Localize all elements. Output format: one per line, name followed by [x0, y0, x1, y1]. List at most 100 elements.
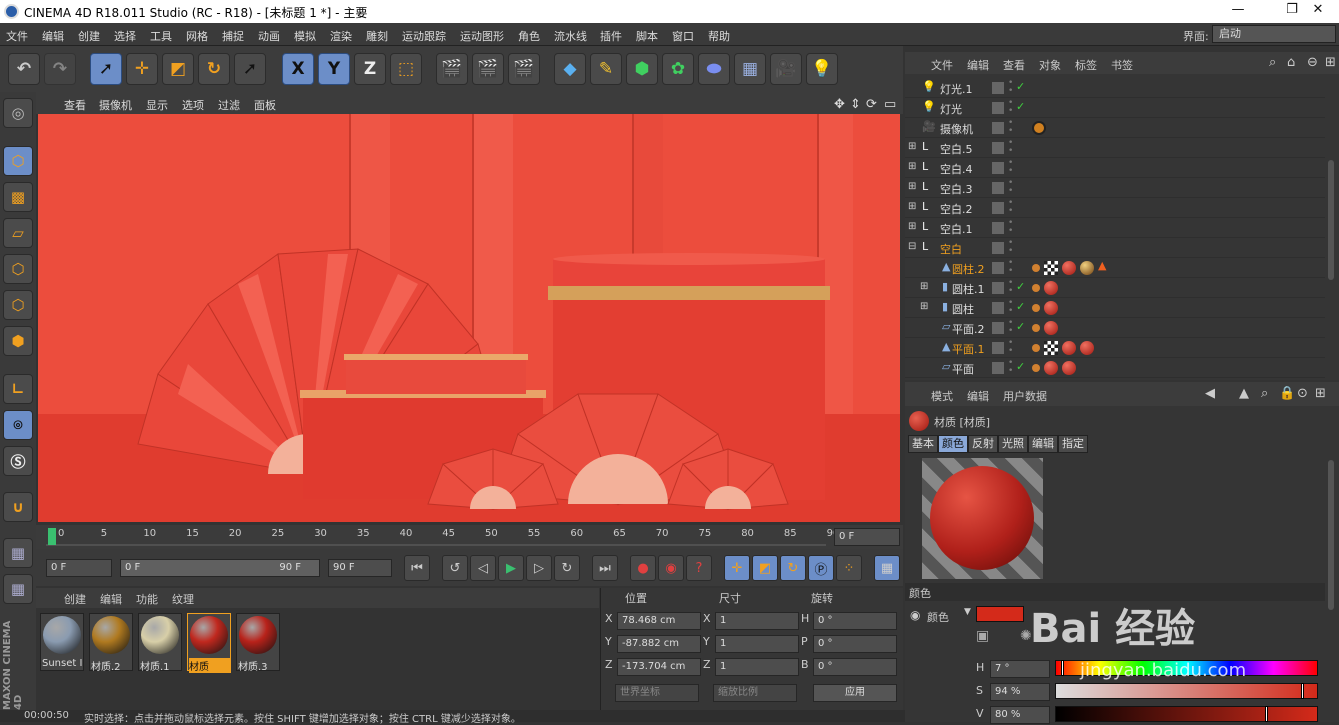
attribute-back-icon[interactable]: ◀: [1205, 386, 1215, 401]
texture-tag-icon[interactable]: [1044, 261, 1058, 275]
autokey-icon[interactable]: ◉: [658, 555, 684, 581]
material-tag-icon[interactable]: [1062, 261, 1076, 275]
menu-mesh[interactable]: 网格: [186, 28, 208, 44]
viewport-layout-icon[interactable]: ▭: [884, 97, 896, 112]
object-name[interactable]: 平面: [952, 361, 974, 377]
visibility-dots-icon[interactable]: • •: [1008, 139, 1013, 156]
object-menu-file[interactable]: 文件: [931, 57, 953, 73]
render-settings-icon[interactable]: 🎬: [508, 53, 540, 85]
hsv-value-field[interactable]: 94 %: [990, 683, 1050, 701]
object-name[interactable]: 圆柱: [952, 301, 974, 317]
expand-toggle-icon[interactable]: ⊞: [908, 161, 916, 172]
object-search-icon[interactable]: ⌕: [1269, 55, 1276, 70]
attribute-tab[interactable]: 编辑: [1028, 435, 1058, 453]
material-tag-icon[interactable]: [1044, 321, 1058, 335]
interface-select[interactable]: 启动: [1212, 25, 1336, 43]
visibility-dots-icon[interactable]: • •: [1008, 99, 1013, 116]
key-pla-icon[interactable]: ⁘: [836, 555, 862, 581]
material-menu-edit[interactable]: 编辑: [100, 591, 122, 607]
expand-toggle-icon[interactable]: ⊞: [908, 141, 916, 152]
enabled-check-icon[interactable]: ✓: [1016, 360, 1025, 373]
material-tag-icon[interactable]: [1044, 281, 1058, 295]
object-name[interactable]: 空白.2: [940, 201, 973, 217]
phong-tag-icon[interactable]: [1032, 304, 1040, 312]
hsv-slider-handle[interactable]: [1061, 660, 1065, 676]
object-new-panel-icon[interactable]: ⊞: [1325, 55, 1336, 70]
tweak-mode-icon[interactable]: ⌾: [3, 410, 33, 440]
menu-simulate[interactable]: 模拟: [294, 28, 316, 44]
start-frame-field[interactable]: 0 F: [46, 559, 112, 577]
material-preview[interactable]: [922, 458, 1043, 579]
enabled-check-icon[interactable]: ✓: [1016, 320, 1025, 333]
object-link-icon[interactable]: ⊖: [1307, 55, 1318, 70]
texture-tag-icon[interactable]: [1044, 341, 1058, 355]
menu-edit[interactable]: 编辑: [42, 28, 64, 44]
cube-primitive-icon[interactable]: ◆: [554, 53, 586, 85]
material-tag-icon[interactable]: [1044, 301, 1058, 315]
object-scrollbar[interactable]: [1328, 160, 1334, 280]
hsv-slider-handle[interactable]: [1264, 706, 1268, 722]
expand-toggle-icon[interactable]: ⊞: [908, 181, 916, 192]
light-icon[interactable]: 💡: [806, 53, 838, 85]
visibility-dots-icon[interactable]: • •: [1008, 179, 1013, 196]
menu-script[interactable]: 脚本: [636, 28, 658, 44]
phong-tag-icon[interactable]: [1032, 344, 1040, 352]
current-frame-field[interactable]: 0 F: [834, 528, 900, 546]
material-item[interactable]: Sunset I: [40, 613, 84, 671]
menu-plugins[interactable]: 插件: [600, 28, 622, 44]
visibility-dots-icon[interactable]: • •: [1008, 259, 1013, 276]
object-menu-tags[interactable]: 标签: [1075, 57, 1097, 73]
key-parameter-icon[interactable]: Ⓟ: [808, 555, 834, 581]
warning-tag-icon[interactable]: ▲: [1098, 259, 1106, 272]
object-name[interactable]: 空白.4: [940, 161, 973, 177]
record-keys-icon[interactable]: ●: [630, 555, 656, 581]
render-picture-viewer-icon[interactable]: 🎬: [472, 53, 504, 85]
color-swatch[interactable]: [976, 606, 1024, 622]
key-rotation-icon[interactable]: ↻: [780, 555, 806, 581]
subdivision-icon[interactable]: ⬢: [626, 53, 658, 85]
menu-tools[interactable]: 工具: [150, 28, 172, 44]
object-name[interactable]: 圆柱.2: [952, 261, 985, 277]
menu-mograph[interactable]: 运动图形: [460, 28, 504, 44]
rotation-field[interactable]: 0 °: [813, 658, 897, 676]
play-icon[interactable]: ▶: [498, 555, 524, 581]
material-menu-create[interactable]: 创建: [64, 591, 86, 607]
color-expand-icon[interactable]: ▼: [964, 607, 971, 617]
attribute-tab[interactable]: 基本: [908, 435, 938, 453]
attribute-history-icon[interactable]: ⊙: [1297, 386, 1308, 401]
visibility-dots-icon[interactable]: • •: [1008, 239, 1013, 256]
object-menu-bookmarks[interactable]: 书签: [1111, 57, 1133, 73]
phong-tag-icon[interactable]: [1032, 364, 1040, 372]
live-select-icon[interactable]: ➚: [90, 53, 122, 85]
material-tag-icon[interactable]: [1080, 261, 1094, 275]
polygons-mode-icon[interactable]: ⬢: [3, 326, 33, 356]
object-name[interactable]: 灯光.1: [940, 81, 973, 97]
menu-sculpt[interactable]: 雕刻: [366, 28, 388, 44]
layer-icon[interactable]: [992, 282, 1004, 294]
coord-system-select[interactable]: 世界坐标: [615, 684, 699, 702]
viewport-menu-view[interactable]: 查看: [64, 97, 86, 113]
enabled-check-icon[interactable]: ✓: [1016, 300, 1025, 313]
pen-spline-icon[interactable]: ✎: [590, 53, 622, 85]
material-tag-icon[interactable]: [1044, 361, 1058, 375]
keyframe-selection-icon[interactable]: ?: [686, 555, 712, 581]
object-name[interactable]: 空白.3: [940, 181, 973, 197]
layer-icon[interactable]: [992, 82, 1004, 94]
hsv-slider[interactable]: [1055, 683, 1318, 699]
make-editable-icon[interactable]: ◎: [3, 98, 33, 128]
attribute-tab[interactable]: 反射: [968, 435, 998, 453]
scale-icon[interactable]: ◩: [162, 53, 194, 85]
timeline-window-icon[interactable]: ▦: [874, 555, 900, 581]
viewport-menu-camera[interactable]: 摄像机: [99, 97, 132, 113]
visibility-dots-icon[interactable]: • •: [1008, 79, 1013, 96]
move-icon[interactable]: ✛: [126, 53, 158, 85]
timeline-playhead[interactable]: [48, 528, 56, 545]
attribute-menu-edit[interactable]: 编辑: [967, 388, 989, 404]
scale-mode-select[interactable]: 缩放比例: [713, 684, 797, 702]
recent-tool-icon[interactable]: ➚: [234, 53, 266, 85]
render-view-icon[interactable]: 🎬: [436, 53, 468, 85]
attribute-tab[interactable]: 光照: [998, 435, 1028, 453]
close-button[interactable]: ✕: [1298, 2, 1338, 20]
menu-motion-tracking[interactable]: 运动跟踪: [402, 28, 446, 44]
attribute-new-panel-icon[interactable]: ⊞: [1315, 386, 1326, 401]
